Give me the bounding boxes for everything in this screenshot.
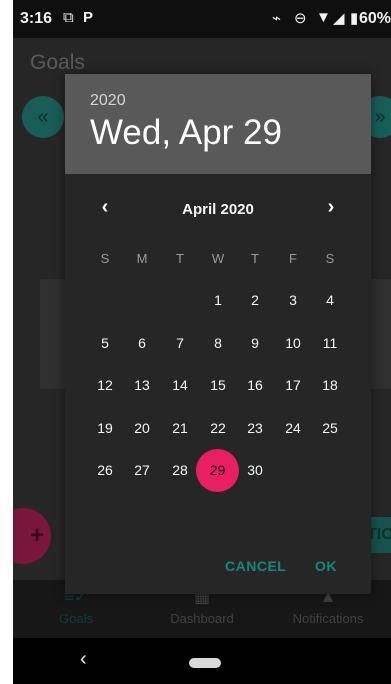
selected-year[interactable]: 2020 [90,92,126,110]
background-card-left [40,279,65,389]
weekday-tuesday: T [176,251,184,266]
battery-icon: ▮ [350,10,359,27]
calendar-day-empty [311,451,349,489]
system-navigation-bar: ‹ [13,638,391,684]
weekday-sunday: S [100,251,110,266]
calendar-day[interactable]: 20 [123,409,161,447]
chevron-right-icon: › [327,196,335,218]
calendar-day[interactable]: 3 [274,281,312,319]
ok-button[interactable]: OK [315,558,337,574]
weekday-thursday: T [251,251,259,266]
silent-icon: ⌁ [272,10,282,27]
calendar-day[interactable]: 11 [311,324,349,362]
status-bar: 3:16 ⧉ P ⌁ ⊖ ▼ ◢ ▮ 60% [13,0,391,38]
calendar-day[interactable]: 26 [86,451,124,489]
calendar-day[interactable]: 15 [199,366,237,404]
calendar-day[interactable]: 5 [86,324,124,362]
tab-notifications-label: Notifications [292,611,364,626]
calendar-day-selected[interactable]: 29 [196,449,239,492]
calendar-day[interactable]: 22 [199,409,237,447]
wifi-icon: ▼ [316,9,331,26]
previous-goal-button[interactable]: « [22,96,64,138]
calendar-day-empty [161,281,199,319]
calendar-day[interactable]: 13 [123,366,161,404]
calendar-day[interactable]: 24 [274,409,312,447]
calendar-day[interactable]: 30 [236,451,274,489]
calendar-day[interactable]: 16 [236,366,274,404]
status-time: 3:16 [20,10,53,27]
date-picker-header: 2020 Wed, Apr 29 [65,74,371,174]
weekday-wednesday: W [211,251,225,266]
home-gesture-pill[interactable] [189,658,221,668]
calendar-day[interactable]: 23 [236,409,274,447]
cancel-button[interactable]: CANCEL [225,558,286,574]
page-title: Goals [30,51,85,74]
calendar-day[interactable]: 7 [161,324,199,362]
back-navigation-icon[interactable]: ‹ [80,648,87,671]
calendar-day[interactable]: 1 [199,281,237,319]
calendar-day[interactable]: 6 [123,324,161,362]
calendar-day[interactable]: 17 [274,366,312,404]
cast-icon: ⧉ [63,9,74,26]
calendar-day[interactable]: 9 [236,324,274,362]
dnd-icon: ⊖ [294,10,307,27]
calendar-day[interactable]: 14 [161,366,199,404]
weekday-saturday: S [325,251,335,266]
weekday-friday: F [289,251,297,266]
calendar-day[interactable]: 19 [86,409,124,447]
date-picker-dialog: 2020 Wed, Apr 29 ‹ April 2020 › S M T W … [65,74,371,594]
weekday-monday: M [136,251,148,266]
calendar-day-empty [123,281,161,319]
calendar-day[interactable]: 27 [123,451,161,489]
calendar-day[interactable]: 4 [311,281,349,319]
calendar-day-empty [274,451,312,489]
selected-date: Wed, Apr 29 [90,113,282,152]
calendar-day-empty [86,281,124,319]
next-month-button[interactable]: › [316,196,346,219]
calendar-day[interactable]: 8 [199,324,237,362]
signal-icon: ◢ [333,10,345,27]
calendar-day[interactable]: 18 [311,366,349,404]
calendar-day[interactable]: 10 [274,324,312,362]
calendar-day[interactable]: 25 [311,409,349,447]
tab-dashboard-label: Dashboard [170,611,234,626]
calendar-day[interactable]: 2 [236,281,274,319]
phone-screen: 3:16 ⧉ P ⌁ ⊖ ▼ ◢ ▮ 60% Goals « » + TION … [13,0,391,684]
calendar-day[interactable]: 28 [161,451,199,489]
battery-percent: 60% [358,10,391,27]
tab-goals-label: Goals [59,611,93,626]
calendar-day[interactable]: 12 [86,366,124,404]
parking-icon: P [83,9,94,26]
background-card-right [371,279,391,389]
calendar-day[interactable]: 21 [161,409,199,447]
